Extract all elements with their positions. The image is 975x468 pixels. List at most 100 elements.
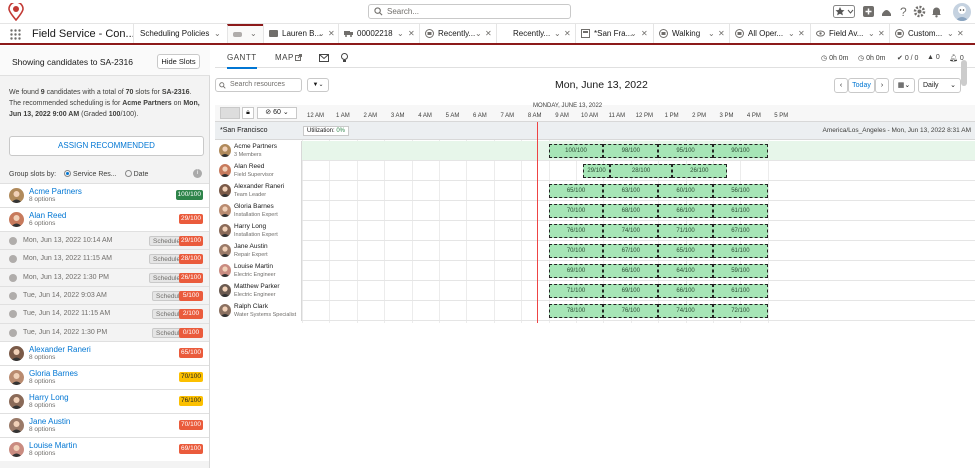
close-icon[interactable]: ✕ (641, 29, 648, 38)
tab-dispatcher-console[interactable]: ⌄ (227, 24, 263, 43)
chevron-down-icon[interactable]: ⌄ (214, 29, 221, 38)
user-avatar[interactable] (953, 3, 971, 21)
candidate-slot-block[interactable]: 26/100 (671, 164, 727, 178)
app-launcher-icon[interactable] (10, 29, 21, 40)
tab-lauren[interactable]: Lauren B... ⌄ ✕ (263, 24, 337, 43)
calendar-button[interactable]: ▦⌄ (893, 78, 915, 93)
candidate-slot-block[interactable]: 72/100 (713, 304, 768, 318)
zoom-select[interactable]: ⊘ 60 ⌄ (257, 107, 297, 119)
resource-label[interactable]: Acme Partners 3 Members (215, 141, 302, 161)
help-icon[interactable]: ? (897, 5, 910, 18)
candidate-slot-block[interactable]: 76/100 (548, 224, 604, 238)
candidate-slot-block[interactable]: 74/100 (658, 304, 713, 318)
select-all-toggle[interactable] (220, 107, 240, 119)
candidate-name[interactable]: Harry Long (29, 393, 69, 402)
tab-walking[interactable]: Walking ⌄ ✕ (653, 24, 728, 43)
lock-button[interactable]: 🔒︎ (242, 107, 254, 119)
radio-date[interactable] (124, 170, 132, 177)
candidate-slot-block[interactable]: 60/100 (658, 184, 713, 198)
chevron-down-icon[interactable]: ⌄ (947, 29, 954, 38)
candidate-slot-block[interactable]: 61/100 (713, 204, 768, 218)
resource-label[interactable]: Gloria Barnes Installation Expert (215, 201, 302, 221)
candidate-row[interactable]: Jane Austin 8 options 70/100 (0, 412, 209, 437)
candidate-row[interactable]: Acme Partners 8 options 100/100 (0, 183, 209, 207)
vertical-scrollbar[interactable] (961, 60, 967, 86)
tab-gantt[interactable]: GANTT (227, 53, 257, 69)
candidate-row[interactable]: Alexander Raneri 8 options 65/100 (0, 340, 209, 365)
add-icon[interactable] (862, 5, 875, 18)
resource-label[interactable]: Alexander Raneri Team Leader (215, 181, 302, 201)
candidate-slot-block[interactable]: 63/100 (603, 184, 659, 198)
next-day-button[interactable]: › (875, 78, 889, 93)
candidate-slot-block[interactable]: 66/100 (658, 204, 713, 218)
candidate-slot-block[interactable]: 56/100 (713, 184, 768, 198)
slot-row[interactable]: Tue, Jun 14, 2022 11:15 AM Schedule 2/100 (0, 304, 209, 323)
candidate-slot-block[interactable]: 61/100 (713, 244, 768, 258)
resource-label[interactable]: Jane Austin Repair Expert (215, 241, 302, 261)
candidate-slot-block[interactable]: 78/100 (548, 304, 604, 318)
candidate-slot-block[interactable]: 66/100 (603, 264, 659, 278)
external-link-icon[interactable] (295, 54, 302, 61)
view-select[interactable]: Daily ⌄ (918, 78, 961, 93)
resource-label[interactable]: Louise Martin Electric Engineer (215, 261, 302, 281)
candidate-slot-block[interactable]: 70/100 (548, 244, 604, 258)
candidate-slot-block[interactable]: 68/100 (603, 204, 659, 218)
chevron-down-icon[interactable]: ⌄ (788, 29, 795, 38)
candidate-row[interactable]: Harry Long 8 options 76/100 (0, 388, 209, 413)
radio-service-resource[interactable] (64, 170, 72, 177)
close-icon[interactable]: ✕ (485, 29, 492, 38)
close-icon[interactable]: ✕ (878, 29, 885, 38)
candidate-row[interactable]: Louise Martin 8 options 69/100 (0, 436, 209, 461)
close-icon[interactable]: ✕ (798, 29, 805, 38)
candidate-slot-block[interactable]: 59/100 (713, 264, 768, 278)
chevron-down-icon[interactable]: ⌄ (708, 29, 715, 38)
tab-recently-2[interactable]: Recently... ⌄ ✕ (496, 24, 574, 43)
candidate-slot-block[interactable]: 61/100 (713, 284, 768, 298)
tab-scheduling-policies[interactable]: Scheduling Policies ⌄ (133, 24, 226, 43)
candidate-slot-block[interactable]: 76/100 (603, 304, 659, 318)
favorites-icon[interactable] (833, 5, 855, 18)
chevron-down-icon[interactable]: ⌄ (250, 29, 257, 38)
candidate-slot-block[interactable]: 28/100 (610, 164, 672, 178)
tab-custom[interactable]: Custom... ⌄ ✕ (889, 24, 975, 43)
candidate-slot-block[interactable]: 100/100 (548, 144, 604, 158)
search-resources-input[interactable]: Search resources (215, 78, 302, 92)
slot-row[interactable]: Mon, Jun 13, 2022 10:14 AM Schedule 29/100 (0, 231, 209, 250)
candidate-slot-block[interactable]: 70/100 (548, 204, 604, 218)
candidate-name[interactable]: Gloria Barnes (29, 369, 78, 378)
close-icon[interactable]: ✕ (718, 29, 725, 38)
chevron-down-icon[interactable]: ⌄ (868, 29, 875, 38)
lightbulb-icon[interactable] (341, 53, 348, 63)
candidate-slot-block[interactable]: 90/100 (713, 144, 768, 158)
info-icon[interactable]: i (193, 169, 202, 178)
candidate-slot-block[interactable]: 98/100 (603, 144, 659, 158)
candidate-name[interactable]: Alan Reed (29, 211, 66, 220)
candidate-slot-block[interactable]: 64/100 (658, 264, 713, 278)
candidate-slot-block[interactable]: 65/100 (658, 244, 713, 258)
prev-day-button[interactable]: ‹ (834, 78, 848, 93)
candidate-row[interactable]: Alan Reed 6 options 29/100 (0, 207, 209, 231)
tab-recently-1[interactable]: Recently... ⌄ ✕ (419, 24, 495, 43)
close-icon[interactable]: ✕ (564, 29, 571, 38)
slot-row[interactable]: Tue, Jun 14, 2022 1:30 PM Schedule 0/100 (0, 322, 209, 341)
gear-icon[interactable] (913, 5, 926, 18)
resource-label[interactable]: Harry Long Installation Expert (215, 221, 302, 241)
resource-label[interactable]: Ralph Clark Water Systems Specialist (215, 301, 302, 321)
assign-recommended-button[interactable]: ASSIGN RECOMMENDED (9, 136, 204, 156)
territory-name[interactable]: *San Francisco (220, 127, 267, 134)
candidate-slot-block[interactable]: 71/100 (548, 284, 604, 298)
candidate-slot-block[interactable]: 29/100 (582, 164, 611, 178)
tab-map[interactable]: MAP (275, 53, 294, 62)
tab-all-operating[interactable]: All Oper... ⌄ ✕ (729, 24, 809, 43)
resource-label[interactable]: Matthew Parker Electric Engineer (215, 281, 302, 301)
slot-row[interactable]: Mon, Jun 13, 2022 1:30 PM Schedule 26/100 (0, 267, 209, 286)
candidate-slot-block[interactable]: 66/100 (658, 284, 713, 298)
slot-row[interactable]: Tue, Jun 14, 2022 9:03 AM Schedule 5/100 (0, 285, 209, 305)
bell-icon[interactable] (930, 5, 943, 18)
filter-button[interactable]: ▼⌄ (307, 78, 329, 92)
candidate-slot-block[interactable]: 69/100 (603, 284, 659, 298)
candidate-slot-block[interactable]: 95/100 (658, 144, 713, 158)
candidate-name[interactable]: Acme Partners (29, 187, 82, 196)
chevron-down-icon[interactable]: ⌄ (318, 29, 325, 38)
candidate-slot-block[interactable]: 67/100 (713, 224, 768, 238)
